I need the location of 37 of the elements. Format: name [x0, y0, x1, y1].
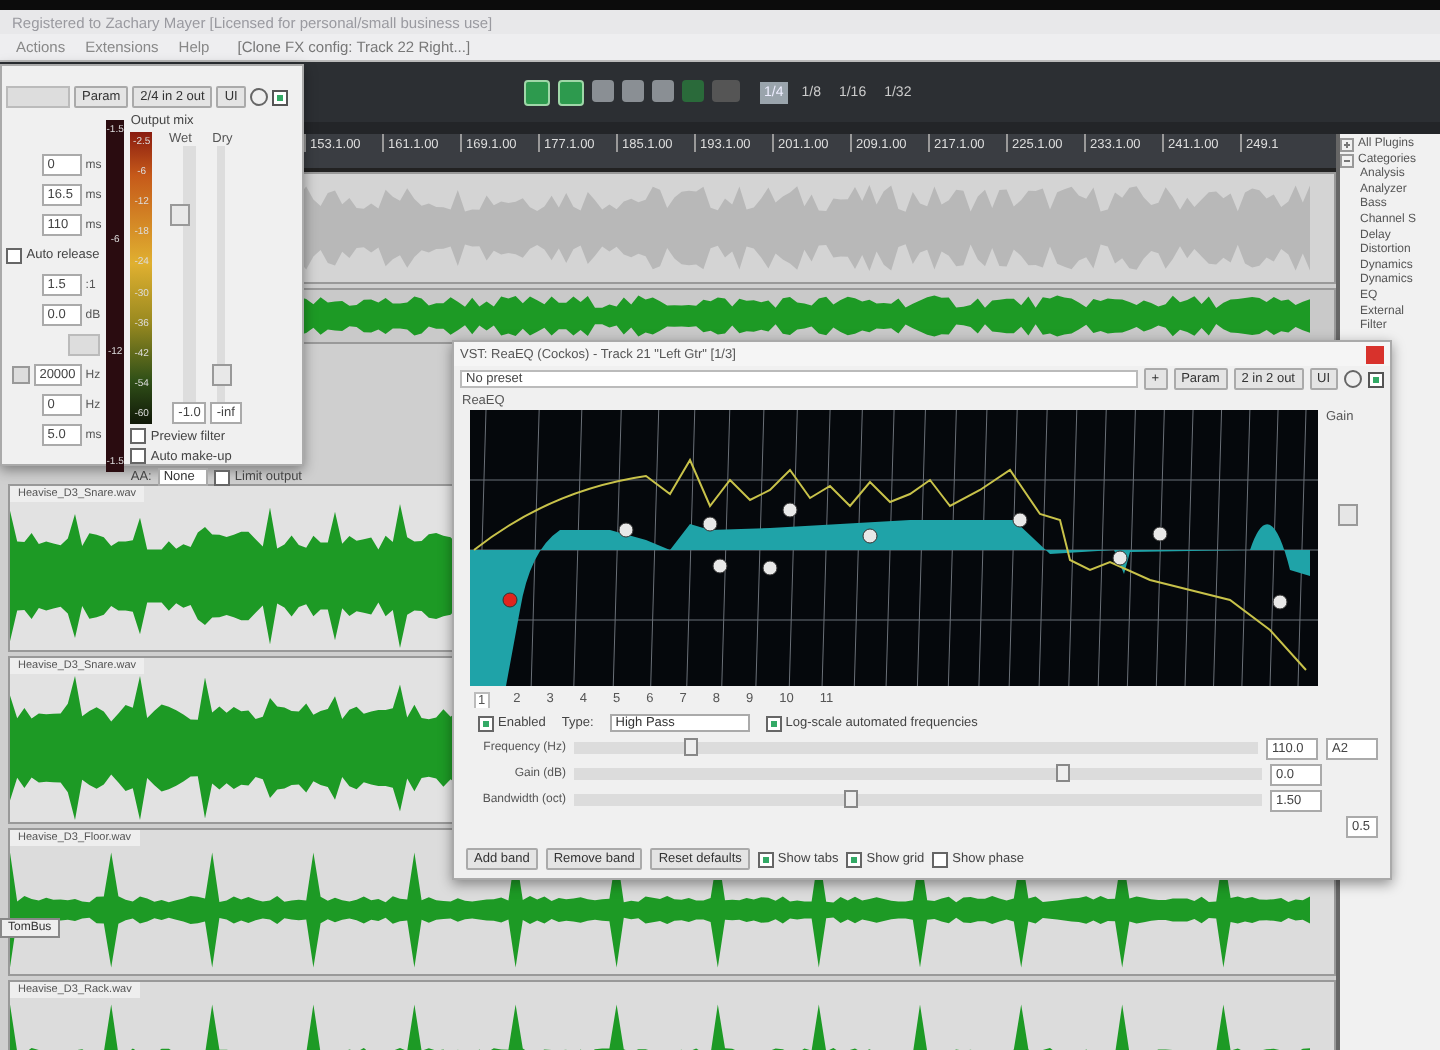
- checkbox[interactable]: [757, 851, 774, 867]
- slider-track[interactable]: [574, 768, 1262, 780]
- collapse-icon[interactable]: [1340, 153, 1354, 168]
- slider-track[interactable]: [574, 794, 1262, 806]
- band-node[interactable]: [712, 558, 728, 574]
- knob-icon[interactable]: [1344, 370, 1362, 388]
- band-node[interactable]: [762, 560, 778, 576]
- close-icon[interactable]: [1366, 345, 1384, 363]
- eq-graph-drawing[interactable]: [470, 410, 1318, 686]
- checkbox[interactable]: [765, 715, 782, 731]
- band-node[interactable]: [618, 522, 634, 538]
- toggle-icon[interactable]: [11, 366, 30, 384]
- fader-handle[interactable]: [211, 363, 232, 385]
- band-node[interactable]: [1152, 526, 1168, 542]
- slider-thumb[interactable]: [1056, 764, 1071, 782]
- band-node[interactable]: [1012, 512, 1028, 528]
- checkbox[interactable]: [271, 89, 288, 105]
- band-node[interactable]: [702, 516, 718, 532]
- checkbox[interactable]: [130, 428, 147, 444]
- band-node[interactable]: [502, 592, 518, 608]
- checkbox[interactable]: [130, 448, 147, 464]
- checkbox[interactable]: [1368, 371, 1384, 387]
- slider-thumb[interactable]: [684, 738, 699, 756]
- band-node[interactable]: [782, 502, 798, 518]
- band-node[interactable]: [862, 528, 878, 544]
- checkbox[interactable]: [478, 715, 494, 731]
- knob-icon[interactable]: [249, 88, 268, 106]
- gain-slider-handle[interactable]: [1338, 504, 1358, 526]
- slider-thumb[interactable]: [843, 790, 858, 808]
- band-node[interactable]: [1112, 550, 1128, 566]
- slider-track[interactable]: [574, 742, 1258, 754]
- fader-handle[interactable]: [169, 203, 190, 225]
- expand-icon[interactable]: [1340, 138, 1354, 153]
- band-node[interactable]: [1272, 594, 1288, 610]
- checkbox[interactable]: [6, 247, 23, 263]
- checkbox[interactable]: [846, 851, 863, 867]
- checkbox[interactable]: [932, 851, 949, 867]
